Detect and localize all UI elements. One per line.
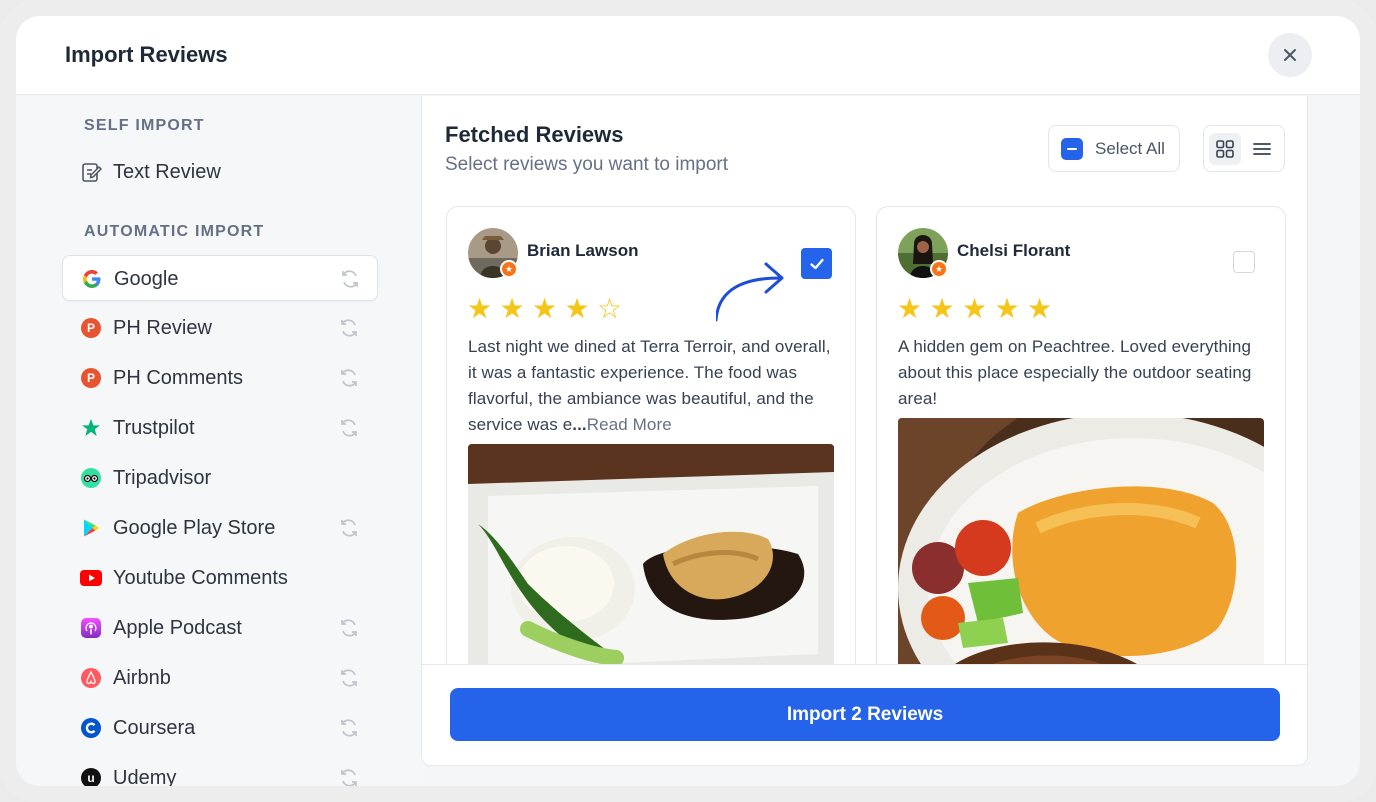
udemy-icon: u [80,767,102,786]
sidebar-item-apple-podcast[interactable]: Apple Podcast [62,605,378,651]
close-button[interactable] [1268,33,1312,77]
star-icon: ★ [532,293,558,324]
source-badge-icon: ★ [930,260,948,278]
review-text: A hidden gem on Peachtree. Loved everyth… [898,337,1252,408]
sidebar-item-label: Google [114,268,179,290]
review-card[interactable]: ★ Chelsi Florant ★ ★ ★ ★ ★ A hidden gem … [876,206,1286,676]
sidebar-item-label: Youtube Comments [113,567,288,589]
view-toggle [1203,125,1285,172]
sync-icon[interactable] [338,517,360,539]
sidebar-item-youtube-comments[interactable]: Youtube Comments [62,555,378,601]
star-icon: ★ [564,293,590,324]
sidebar-item-google-play-store[interactable]: Google Play Store [62,505,378,551]
indeterminate-checkbox-icon [1061,138,1083,160]
review-photo [468,444,834,675]
automatic-import-heading: AUTOMATIC IMPORT [84,223,265,240]
curved-arrow-icon [716,262,784,322]
sidebar-item-ph-review[interactable]: P PH Review [62,305,378,351]
source-badge-icon: ★ [500,260,518,278]
reviewer-name: Brian Lawson [527,241,639,260]
sidebar-item-google[interactable]: Google [62,255,378,301]
modal-title: Import Reviews [65,42,228,67]
star-rating: ★ ★ ★ ★ ☆ [467,293,630,325]
review-ellipsis: ... [572,415,587,434]
list-view-button[interactable] [1246,133,1278,165]
import-reviews-modal: Import Reviews SELF IMPORT Text Review A… [16,16,1360,786]
grid-icon [1216,140,1234,158]
checkmark-icon [809,258,824,269]
panel-subtitle: Select reviews you want to import [445,154,729,175]
star-outline-icon: ☆ [597,293,623,324]
sidebar-item-coursera[interactable]: Coursera [62,705,378,751]
coursera-icon [80,717,102,739]
review-select-checkbox[interactable] [1233,251,1255,273]
sidebar-item-label: PH Review [113,317,212,339]
star-icon: ★ [499,293,525,324]
youtube-icon [80,567,102,589]
sync-icon[interactable] [338,767,360,786]
google-play-icon [80,517,102,539]
modal-footer: Import 2 Reviews [422,664,1307,765]
select-all-button[interactable]: Select All [1048,125,1180,172]
import-reviews-button[interactable]: Import 2 Reviews [450,688,1280,741]
sync-icon[interactable] [338,667,360,689]
panel-title: Fetched Reviews [445,122,624,147]
star-rating: ★ ★ ★ ★ ★ [897,293,1060,325]
sidebar-item-label: Udemy [113,767,177,786]
sidebar-item-label: Tripadvisor [113,467,212,489]
sidebar-item-trustpilot[interactable]: Trustpilot [62,405,378,451]
read-more-link[interactable]: Read More [587,415,672,434]
sync-icon[interactable] [338,717,360,739]
sidebar-item-tripadvisor[interactable]: Tripadvisor [62,455,378,501]
star-icon: ★ [929,293,955,324]
review-text: Last night we dined at Terra Terroir, an… [468,334,838,438]
sync-icon[interactable] [339,268,361,290]
source-sidebar: SELF IMPORT Text Review AUTOMATIC IMPORT… [16,96,421,786]
modal-header: Import Reviews [16,16,1360,95]
sidebar-item-label: Apple Podcast [113,617,242,639]
sidebar-item-ph-comments[interactable]: P PH Comments [62,355,378,401]
sync-icon[interactable] [338,367,360,389]
airbnb-icon [80,667,102,689]
review-photo [898,418,1264,675]
star-icon: ★ [897,293,923,324]
grid-view-button[interactable] [1209,133,1241,165]
edit-note-icon [80,161,102,183]
sidebar-item-label: Airbnb [113,667,171,689]
producthunt-icon: P [80,317,102,339]
star-icon: ★ [1027,293,1053,324]
sidebar-item-airbnb[interactable]: Airbnb [62,655,378,701]
star-icon: ★ [962,293,988,324]
trustpilot-star-icon [80,417,102,439]
select-all-label: Select All [1095,139,1165,158]
fetched-reviews-panel: Fetched Reviews Select reviews you want … [421,96,1308,766]
sync-icon[interactable] [338,317,360,339]
sidebar-item-label: Trustpilot [113,417,195,439]
apple-podcast-icon [80,617,102,639]
sidebar-item-label: Google Play Store [113,517,276,539]
sidebar-item-label: PH Comments [113,367,244,389]
window-frame: Import Reviews SELF IMPORT Text Review A… [0,0,1376,802]
sync-icon[interactable] [338,617,360,639]
list-icon [1253,143,1271,155]
close-icon [1284,49,1296,61]
reviewer-name: Chelsi Florant [957,241,1071,260]
star-icon: ★ [467,293,493,324]
self-import-heading: SELF IMPORT [84,117,205,134]
sync-icon[interactable] [338,417,360,439]
sidebar-item-text-review[interactable]: Text Review [62,149,378,195]
sidebar-item-label: Coursera [113,717,196,739]
google-icon [81,268,103,290]
star-icon: ★ [994,293,1020,324]
sidebar-item-udemy[interactable]: u Udemy [62,755,378,786]
producthunt-icon: P [80,367,102,389]
sidebar-item-label: Text Review [113,161,221,183]
tripadvisor-icon [80,467,102,489]
